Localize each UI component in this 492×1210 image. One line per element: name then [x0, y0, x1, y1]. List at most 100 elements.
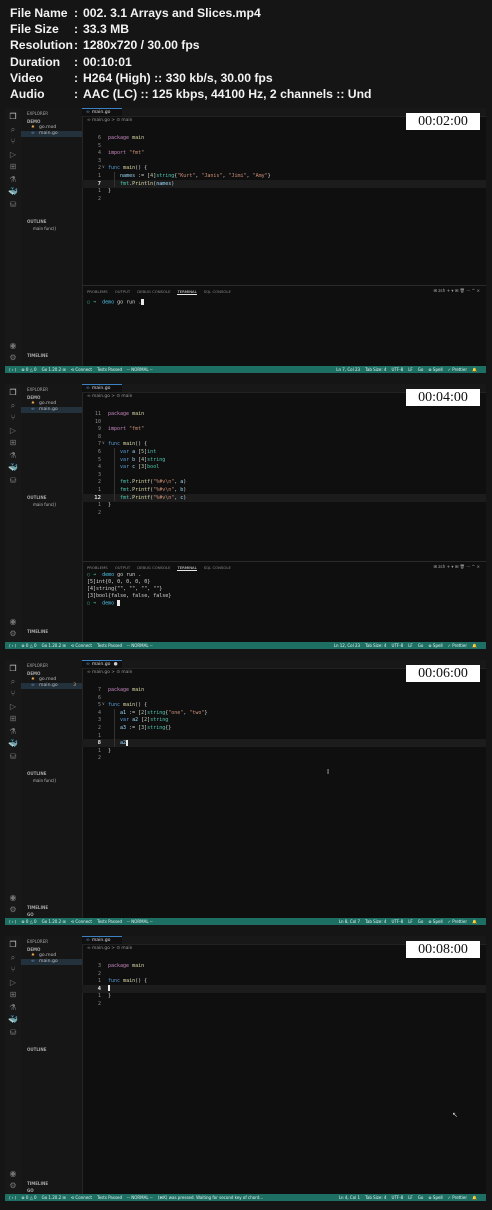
status-item[interactable]: UTF-8 — [392, 1195, 404, 1200]
timeline-section[interactable]: TIMELINE — [27, 353, 48, 358]
database-icon[interactable]: ⛁ — [8, 1028, 18, 1037]
status-item[interactable]: LF — [408, 919, 413, 924]
status-item[interactable]: Ln 4, Col 1 — [339, 1195, 360, 1200]
panel-tab-terminal[interactable]: TERMINAL — [177, 565, 197, 571]
testing-icon[interactable]: ⚗ — [8, 175, 18, 184]
status-item[interactable]: 🔔 — [472, 919, 477, 924]
search-icon[interactable]: ⌕ — [8, 125, 18, 134]
status-item[interactable]: Tests Passed — [97, 1195, 122, 1200]
outline-section[interactable]: OUTLINE — [27, 219, 47, 224]
code-line[interactable]: 2 — [82, 754, 486, 762]
file-main-go[interactable]: ∞ main.go — [21, 407, 82, 413]
status-item[interactable]: ⊗ Spell — [428, 367, 442, 372]
run-debug-icon[interactable]: ▷ — [8, 426, 18, 435]
docker-icon[interactable]: 🐳 — [8, 187, 18, 196]
timeline-section[interactable]: TIMELINE — [27, 1181, 48, 1186]
unsaved-dot-icon[interactable]: ● — [114, 662, 118, 667]
status-item[interactable]: ✓ Prettier — [448, 1195, 467, 1200]
folder-demo[interactable]: DEMO — [27, 395, 40, 400]
status-item[interactable]: Go 1.20.2 ⊞ — [42, 367, 66, 372]
status-item[interactable]: ⊗ 0 △ 0 — [21, 643, 36, 648]
breadcrumb[interactable]: ∞ main.go > ⊙ main — [87, 946, 132, 951]
folder-demo[interactable]: DEMO — [27, 671, 40, 676]
account-icon[interactable]: ◉ — [8, 893, 18, 902]
outline-section[interactable]: OUTLINE — [27, 1047, 47, 1052]
status-item[interactable]: ⊗ Spell — [428, 643, 442, 648]
database-icon[interactable]: ⛁ — [8, 752, 18, 761]
code-line[interactable]: 2 — [82, 509, 486, 517]
source-control-icon[interactable]: ⑂ — [8, 137, 18, 146]
panel-tab-debug-console[interactable]: DEBUG CONSOLE — [137, 289, 170, 294]
tab-main-go[interactable]: ∞ main.go — [82, 936, 122, 944]
panel-tab-problems[interactable]: PROBLEMS — [87, 289, 108, 294]
status-item[interactable]: ⊗ 0 △ 0 — [21, 367, 36, 372]
status-item[interactable]: LF — [408, 1195, 413, 1200]
database-icon[interactable]: ⛁ — [8, 200, 18, 209]
status-item[interactable]: Go 1.20.2 ⊞ — [42, 643, 66, 648]
extensions-icon[interactable]: ⊞ — [8, 162, 18, 171]
terminal-controls[interactable]: ⊞ zsh + ▾ ⊞ 🗑 ··· ^ × — [433, 288, 480, 294]
status-item[interactable]: Tests Passed — [97, 643, 122, 648]
docker-icon[interactable]: 🐳 — [8, 1015, 18, 1024]
status-item[interactable]: Ln 12, Col 23 — [334, 643, 360, 648]
status-item[interactable]: ⊗ Spell — [428, 1195, 442, 1200]
tab-main-go[interactable]: ∞ main.go — [82, 108, 122, 116]
status-item[interactable]: Go — [418, 643, 424, 648]
status-item[interactable]: ⟨ › ⟩ — [9, 643, 16, 648]
search-icon[interactable]: ⌕ — [8, 401, 18, 410]
status-item[interactable]: ⟲ Connect — [71, 919, 92, 924]
account-icon[interactable]: ◉ — [8, 617, 18, 626]
testing-icon[interactable]: ⚗ — [8, 1003, 18, 1012]
terminal-controls[interactable]: ⊞ zsh + ▾ ⊞ 🗑 ··· ^ × — [433, 564, 480, 570]
folder-demo[interactable]: DEMO — [27, 947, 40, 952]
status-item[interactable]: ⟲ Connect — [71, 367, 92, 372]
status-item[interactable]: Go 1.20.2 ⊞ — [42, 1195, 66, 1200]
file-main-go[interactable]: ∞ main.go 3 — [21, 683, 82, 689]
status-item[interactable]: -- NORMAL -- — [127, 1195, 153, 1200]
breadcrumb[interactable]: ∞ main.go > ⊙ main — [87, 670, 132, 675]
status-item[interactable]: -- NORMAL -- — [127, 643, 153, 648]
run-debug-icon[interactable]: ▷ — [8, 978, 18, 987]
status-item[interactable]: LF — [408, 367, 413, 372]
outline-item-main[interactable]: main func() — [33, 778, 56, 783]
status-item[interactable]: UTF-8 — [392, 367, 404, 372]
status-item[interactable]: -- NORMAL -- — [127, 919, 153, 924]
status-item[interactable]: ✓ Prettier — [448, 643, 467, 648]
outline-item-main[interactable]: main func() — [33, 502, 56, 507]
account-icon[interactable]: ◉ — [8, 1169, 18, 1178]
settings-icon[interactable]: ⚙ — [8, 629, 18, 638]
status-item[interactable]: Tests Passed — [97, 367, 122, 372]
status-item[interactable]: Tests Passed — [97, 919, 122, 924]
status-item[interactable]: ⊗ 0 △ 0 — [21, 1195, 36, 1200]
file-main-go[interactable]: ∞ main.go — [21, 959, 82, 965]
database-icon[interactable]: ⛁ — [8, 476, 18, 485]
breadcrumb[interactable]: ∞ main.go > ⊙ main — [87, 118, 132, 123]
status-item[interactable]: Go — [418, 367, 424, 372]
panel-tab-output[interactable]: OUTPUT — [115, 565, 130, 570]
search-icon[interactable]: ⌕ — [8, 953, 18, 962]
source-control-icon[interactable]: ⑂ — [8, 689, 18, 698]
status-item[interactable]: (⌘K) was pressed. Waiting for second key… — [158, 1195, 263, 1200]
source-control-icon[interactable]: ⑂ — [8, 965, 18, 974]
terminal-output[interactable]: ○ ➜ demo go run . [5]int{0, 0, 0, 0, 0} [4… — [87, 572, 478, 607]
testing-icon[interactable]: ⚗ — [8, 727, 18, 736]
panel-tab-sql-console[interactable]: SQL CONSOLE — [204, 289, 231, 294]
account-icon[interactable]: ◉ — [8, 341, 18, 350]
status-item[interactable]: ⟨ › ⟩ — [9, 367, 16, 372]
files-icon[interactable]: ❐ — [8, 112, 18, 121]
files-icon[interactable]: ❐ — [8, 664, 18, 673]
status-item[interactable]: 🔔 — [472, 367, 477, 372]
code-line[interactable]: 2 — [82, 1000, 486, 1008]
status-item[interactable]: Go — [418, 1195, 424, 1200]
status-item[interactable]: ⟲ Connect — [71, 1195, 92, 1200]
settings-icon[interactable]: ⚙ — [8, 1181, 18, 1190]
file-main-go[interactable]: ∞ main.go — [21, 131, 82, 137]
status-item[interactable]: LF — [408, 643, 413, 648]
settings-icon[interactable]: ⚙ — [8, 353, 18, 362]
status-item[interactable]: UTF-8 — [392, 919, 404, 924]
timeline-section[interactable]: TIMELINE — [27, 629, 48, 634]
testing-icon[interactable]: ⚗ — [8, 451, 18, 460]
status-item[interactable]: Ln 7, Col 23 — [336, 367, 360, 372]
files-icon[interactable]: ❐ — [8, 940, 18, 949]
status-item[interactable]: ⊗ 0 △ 0 — [21, 919, 36, 924]
